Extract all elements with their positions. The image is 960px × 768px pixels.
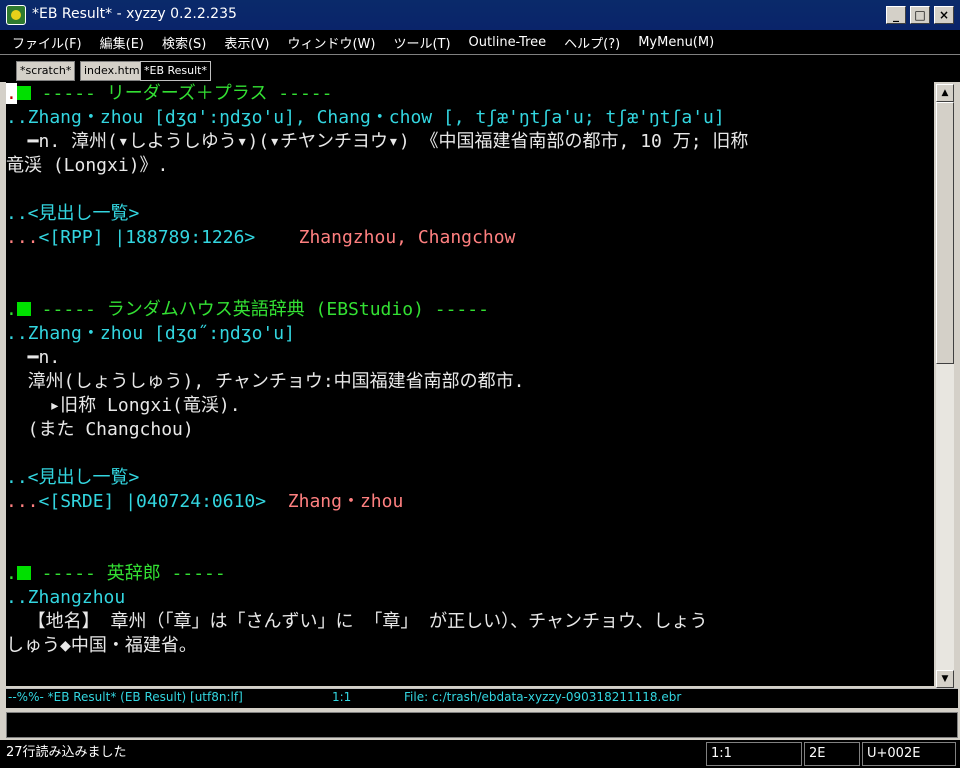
dictionary-reference-link[interactable]: <[SRDE] |040724:0610> bbox=[39, 491, 267, 512]
menu-edit[interactable]: 編集(E) bbox=[100, 33, 144, 52]
buffer-line: ▸旧称 Longxi(竜渓). bbox=[6, 395, 241, 416]
headword-link[interactable]: Zhang・zhou bbox=[288, 491, 404, 512]
scrollbar-thumb[interactable] bbox=[936, 102, 954, 364]
buffer-line: 漳州(しょうしゅう), チャンチョウ:中国福建省南部の都市. bbox=[6, 371, 525, 392]
close-button[interactable]: × bbox=[934, 6, 954, 24]
green-square-icon bbox=[16, 302, 31, 316]
headword-link[interactable]: Zhangzhou, Changchow bbox=[299, 227, 516, 248]
headword-link-line: ...<[SRDE] |040724:0610> Zhang・zhou bbox=[6, 491, 404, 512]
mode-line: --%%- *EB Result* (EB Result) [utf8n:lf]… bbox=[6, 688, 958, 708]
vertical-scrollbar[interactable]: ▲ ▼ bbox=[936, 84, 956, 688]
minimize-button[interactable]: _ bbox=[886, 6, 906, 24]
app-icon[interactable] bbox=[6, 5, 26, 25]
headword-list-label: ..<見出し一覧> bbox=[6, 467, 140, 488]
menu-outline-tree[interactable]: Outline-Tree bbox=[469, 35, 547, 50]
scroll-up-icon[interactable]: ▲ bbox=[936, 84, 954, 102]
buffer-line: . ----- リーダーズ＋プラス ----- bbox=[6, 83, 333, 104]
buffer-line: ..Zhang・zhou [dʒɑ':ŋdʒo'u], Chang・chow [… bbox=[6, 107, 725, 128]
buffer-line: 竜渓 (Longxi)》. bbox=[6, 155, 169, 176]
headword-link-line: ...<[RPP] |188789:1226> Zhangzhou, Chang… bbox=[6, 227, 516, 248]
text-cursor: . bbox=[6, 83, 17, 104]
menu-view[interactable]: 表示(V) bbox=[224, 33, 269, 52]
green-square-icon bbox=[16, 86, 31, 100]
menu-help[interactable]: ヘルプ(?) bbox=[564, 33, 620, 52]
mode-line-file: File: c:/trash/ebdata-xyzzy-090318211118… bbox=[404, 690, 682, 704]
status-unicode: U+002E bbox=[862, 742, 956, 766]
buffer-line: (また Changchou) bbox=[6, 419, 194, 440]
buffer-line: ━n. bbox=[6, 347, 61, 368]
menu-bar: ファイル(F) 編集(E) 検索(S) 表示(V) ウィンドウ(W) ツール(T… bbox=[0, 30, 960, 54]
minibuffer[interactable] bbox=[6, 712, 958, 738]
maximize-button[interactable]: □ bbox=[910, 6, 930, 24]
window-title: *EB Result* - xyzzy 0.2.2.235 bbox=[32, 6, 237, 22]
tab-index-html[interactable]: index.html bbox=[80, 61, 147, 81]
buffer-line: . ----- 英辞郎 ----- bbox=[6, 563, 226, 584]
mode-line-position: 1:1 bbox=[332, 690, 352, 704]
tab-scratch[interactable]: *scratch* bbox=[16, 61, 76, 81]
headword-list-label: ..<見出し一覧> bbox=[6, 203, 140, 224]
tab-eb-result[interactable]: *EB Result* bbox=[140, 61, 211, 81]
title-bar[interactable]: *EB Result* - xyzzy 0.2.2.235 _ □ × bbox=[0, 0, 960, 30]
status-hex-code: 2E bbox=[804, 742, 860, 766]
status-bar: 27行読み込みました 1:1 2E U+002E bbox=[0, 740, 960, 768]
tab-bar: *scratch* index.html *EB Result* bbox=[0, 54, 960, 82]
buffer-line: しゅう◆中国・福建省。 bbox=[6, 635, 197, 656]
menu-mymenu[interactable]: MyMenu(M) bbox=[638, 35, 714, 50]
dictionary-reference-link[interactable]: <[RPP] |188789:1226> bbox=[39, 227, 256, 248]
mode-line-buffer-info: --%%- *EB Result* (EB Result) [utf8n:lf] bbox=[8, 690, 243, 704]
menu-tools[interactable]: ツール(T) bbox=[393, 33, 450, 52]
scroll-down-icon[interactable]: ▼ bbox=[936, 670, 954, 688]
buffer-line: ..Zhangzhou bbox=[6, 587, 126, 608]
green-square-icon bbox=[16, 566, 31, 580]
buffer-line: ..Zhang・zhou [dʒɑ˝:ŋdʒo'u] bbox=[6, 323, 295, 344]
buffer-line: . ----- ランダムハウス英語辞典 (EBStudio) ----- bbox=[6, 299, 489, 320]
buffer-line: 【地名】 章州（「章」は「さんずい」に 「章」 が正しい）、チャンチョウ、しょう bbox=[6, 611, 708, 632]
menu-file[interactable]: ファイル(F) bbox=[12, 33, 82, 52]
status-message: 27行読み込みました bbox=[6, 745, 127, 760]
editor-buffer[interactable]: . ----- リーダーズ＋プラス ----- ..Zhang・zhou [dʒ… bbox=[6, 82, 934, 686]
status-line-column: 1:1 bbox=[706, 742, 802, 766]
buffer-line: ━n. 漳州(▾しようしゆう▾)(▾チヤンチヨウ▾) 《中国福建省南部の都市, … bbox=[6, 131, 749, 152]
menu-search[interactable]: 検索(S) bbox=[162, 33, 206, 52]
menu-window[interactable]: ウィンドウ(W) bbox=[287, 33, 375, 52]
